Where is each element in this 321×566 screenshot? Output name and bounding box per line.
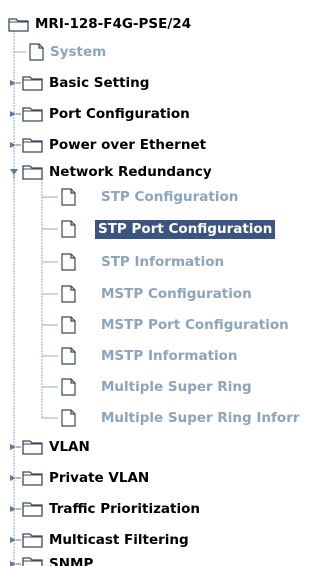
document-icon [61,285,76,303]
collapse-toggle-icon[interactable] [7,165,21,179]
tree-item-label: STP Configuration [101,189,239,205]
document-icon [61,316,76,334]
expand-toggle-icon[interactable] [7,557,21,566]
tree-item-label: Private VLAN [49,470,150,486]
folder-icon [22,440,43,455]
document-icon [61,409,76,427]
tree-item-label: System [50,44,107,60]
tree-item-label: Network Redundancy [49,164,212,180]
document-icon [61,220,76,238]
document-icon [29,43,44,61]
folder-open-icon [8,18,29,32]
expand-toggle-icon[interactable] [7,471,21,485]
tree-item-label: Basic Setting [49,75,150,91]
tree-item-label: Multiple Super Ring [101,379,252,395]
tree-item-label: STP Information [101,254,225,270]
expand-toggle-icon[interactable] [7,502,21,516]
tree-root-label: MRI-128-F4G-PSE/24 [35,16,192,32]
folder-open-icon [22,165,43,180]
document-icon [61,378,76,396]
expand-toggle-icon[interactable] [7,138,21,152]
document-icon [61,347,76,365]
tree-item-label: MSTP Port Configuration [101,317,289,333]
document-icon [61,253,76,271]
tree-item-label: Multiple Super Ring Inforr [101,410,300,426]
expand-toggle-icon[interactable] [7,76,21,90]
folder-icon [22,471,43,486]
folder-icon [22,138,43,153]
expand-toggle-icon[interactable] [7,440,21,454]
folder-icon [22,76,43,91]
tree-item-label: Multicast Filtering [49,532,189,548]
tree-item-label: Traffic Prioritization [49,501,201,517]
folder-icon [22,502,43,517]
expand-toggle-icon[interactable] [7,107,21,121]
tree-item-label-selected: STP Port Configuration [95,220,276,239]
folder-icon [22,107,43,122]
tree-item-label: VLAN [49,439,90,455]
folder-icon [22,557,43,566]
tree-item-label: Port Configuration [49,106,190,122]
tree-item-label: MSTP Configuration [101,286,252,302]
tree-item-label: SNMP [49,556,94,566]
expand-toggle-icon[interactable] [7,533,21,547]
tree-item-label: Power over Ethernet [49,137,207,153]
document-icon [61,188,76,206]
tree-item-label: MSTP Information [101,348,238,364]
folder-icon [22,533,43,548]
navigation-tree: MRI-128-F4G-PSE/24 System Basic Setting [0,0,321,566]
